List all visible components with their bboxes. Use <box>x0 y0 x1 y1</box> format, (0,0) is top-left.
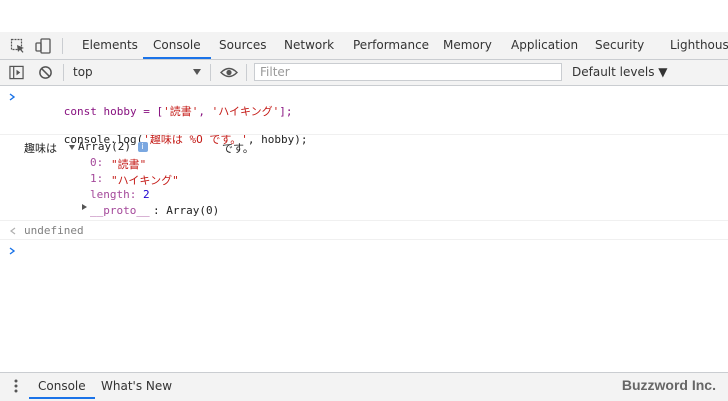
array-item: 1: "ハイキング" <box>0 172 728 187</box>
console-result-line: undefined <box>0 224 728 238</box>
proto-value: : Array(0) <box>153 204 220 217</box>
item-key: length: <box>90 188 137 201</box>
row-divider <box>0 220 728 221</box>
eye-icon[interactable] <box>220 65 238 80</box>
prompt-chevron-icon <box>9 93 15 101</box>
tab-console[interactable]: Console <box>143 32 211 59</box>
item-value: "ハイキング" <box>111 174 179 187</box>
array-label[interactable]: Array(2) <box>78 140 131 153</box>
context-selector[interactable]: top <box>73 60 93 85</box>
drawer-tab-whats-new[interactable]: What's New <box>101 373 172 399</box>
device-toolbar-icon[interactable] <box>35 38 51 54</box>
tab-security[interactable]: Security <box>595 32 644 59</box>
item-value: "読書" <box>111 158 147 171</box>
tab-network[interactable]: Network <box>284 32 334 59</box>
console-toolbar: top Filter Default levels ▼ <box>0 60 728 86</box>
code-part: , <box>198 105 212 118</box>
watermark: Buzzword Inc. <box>621 377 716 393</box>
array-item: length: 2 <box>0 188 728 202</box>
tab-application[interactable]: Application <box>511 32 578 59</box>
proto-key[interactable]: __proto__ <box>90 204 150 217</box>
item-key: 1: <box>90 172 104 185</box>
proto-item[interactable]: __proto__ : Array(0) <box>0 204 728 218</box>
array-expander[interactable]: Array(2) i <box>69 140 148 153</box>
prompt-chevron-icon <box>9 247 15 255</box>
drawer-tab-console[interactable]: Console <box>29 373 95 399</box>
expand-triangle-icon[interactable] <box>69 144 75 150</box>
tab-memory[interactable]: Memory <box>443 32 492 59</box>
code-string: 'ハイキング' <box>211 105 280 118</box>
chevron-down-icon[interactable] <box>193 69 201 76</box>
clear-console-icon[interactable] <box>38 65 53 80</box>
item-value: 2 <box>143 188 150 201</box>
console-input-line: const hobby = ['読書', 'ハイキング']; <box>0 90 728 118</box>
code-string: '読書' <box>163 105 199 118</box>
inspect-element-icon[interactable] <box>10 38 26 54</box>
console-log-line: 趣味は Array(2) i です。 <box>0 140 728 155</box>
tab-elements[interactable]: Elements <box>82 32 138 59</box>
drawer-tab-bar: Console What's New Buzzword Inc. <box>0 372 728 401</box>
code-part: ]; <box>279 105 293 118</box>
tab-sources[interactable]: Sources <box>219 32 266 59</box>
tab-performance[interactable]: Performance <box>353 32 429 59</box>
array-item: 0: "読書" <box>0 156 728 171</box>
log-suffix: です。 <box>222 142 254 155</box>
browser-top-area <box>0 0 728 33</box>
toolbar-divider <box>63 64 64 81</box>
row-divider <box>0 134 728 135</box>
info-icon[interactable]: i <box>137 142 148 152</box>
toolbar-divider <box>246 64 247 81</box>
more-options-icon[interactable] <box>14 379 18 393</box>
toolbar-divider <box>62 38 63 54</box>
row-divider <box>0 239 728 240</box>
result-value: undefined <box>24 224 84 237</box>
item-key: 0: <box>90 156 104 169</box>
console-prompt[interactable] <box>0 244 728 258</box>
tab-lighthouse[interactable]: Lighthouse <box>670 32 728 59</box>
console-output: const hobby = ['読書', 'ハイキング']; console.l… <box>0 86 728 370</box>
console-input-line: console.log('趣味は %O です。', hobby); <box>0 118 728 146</box>
filter-input[interactable]: Filter <box>254 63 562 81</box>
expand-triangle-icon[interactable] <box>82 204 87 210</box>
return-arrow-icon <box>10 227 16 235</box>
log-levels-dropdown[interactable]: Default levels ▼ <box>572 60 668 85</box>
code-part: const hobby = [ <box>63 105 164 118</box>
devtools-tab-bar: Elements Console Sources Network Perform… <box>0 32 728 60</box>
sidebar-toggle-icon[interactable] <box>9 65 24 80</box>
toolbar-divider <box>210 64 211 81</box>
log-prefix: 趣味は <box>24 142 57 155</box>
